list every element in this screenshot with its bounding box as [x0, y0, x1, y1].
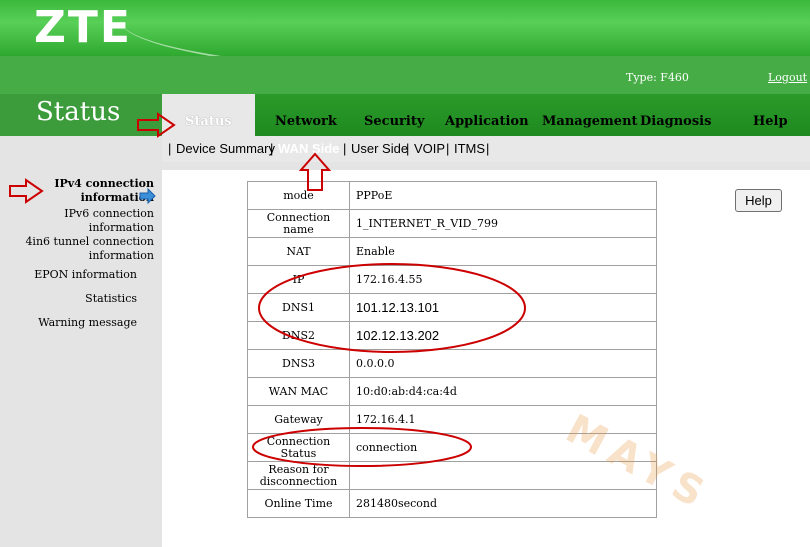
table-row: mode PPPoE	[247, 181, 657, 210]
main-nav: Status Network Security Application Mana…	[162, 94, 810, 136]
subnav-separator: |	[270, 141, 274, 156]
sidebar-item-4in6[interactable]: 4in6 tunnel connection information	[25, 235, 154, 263]
sidebar-item-label: information	[80, 191, 154, 204]
nav-tab-security[interactable]: Security	[364, 114, 424, 129]
wan-info-table: mode PPPoE Connection name 1_INTERNET_R_…	[247, 181, 657, 518]
sidebar-item-label: IPv6 connection	[64, 207, 154, 220]
subnav-separator: |	[486, 141, 490, 156]
table-row: Online Time 281480second	[247, 489, 657, 518]
nav-tab-status[interactable]: Status	[185, 114, 232, 129]
row-label: IP	[247, 265, 350, 294]
row-value: 0.0.0.0	[349, 349, 657, 378]
table-row: IP 172.16.4.55	[247, 265, 657, 294]
sidebar-item-label: information	[88, 249, 154, 262]
left-sidebar: IPv4 connection information IPv6 connect…	[0, 136, 162, 547]
content-top-shade	[162, 162, 810, 170]
row-label: Connection Status	[247, 433, 350, 462]
page-title-box: Status	[0, 94, 162, 136]
row-label: Gateway	[247, 405, 350, 434]
row-label: DNS3	[247, 349, 350, 378]
sidebar-item-label: 4in6 tunnel connection	[25, 235, 154, 248]
row-value: 172.16.4.55	[349, 265, 657, 294]
table-row: Connection name 1_INTERNET_R_VID_799	[247, 209, 657, 238]
table-row: DNS2 102.12.13.202	[247, 321, 657, 350]
row-value: PPPoE	[349, 181, 657, 210]
table-row: NAT Enable	[247, 237, 657, 266]
sidebar-item-label: EPON information	[34, 268, 137, 281]
table-row: DNS3 0.0.0.0	[247, 349, 657, 378]
row-value: 1_INTERNET_R_VID_799	[349, 209, 657, 238]
nav-tab-help[interactable]: Help	[753, 114, 788, 129]
row-value: 281480second	[349, 489, 657, 518]
sidebar-item-statistics[interactable]: Statistics	[85, 292, 137, 306]
row-label: mode	[247, 181, 350, 210]
subnav-separator: |	[343, 141, 347, 156]
row-label: Connection name	[247, 209, 350, 238]
page-title: Status	[36, 97, 121, 127]
sidebar-item-label: Warning message	[38, 316, 137, 329]
row-value	[349, 461, 657, 490]
row-value: Enable	[349, 237, 657, 266]
nav-tab-diagnosis[interactable]: Diagnosis	[640, 114, 711, 129]
sidebar-item-warning[interactable]: Warning message	[38, 316, 137, 330]
subnav-itms[interactable]: ITMS	[454, 141, 485, 156]
row-value: 172.16.4.1	[349, 405, 657, 434]
type-bar: Type: F460 Logout	[0, 56, 810, 94]
row-label: DNS1	[247, 293, 350, 322]
row-label: Reason for disconnection	[247, 461, 350, 490]
subnav-separator: |	[446, 141, 450, 156]
table-row: Reason for disconnection	[247, 461, 657, 490]
subnav-separator: |	[168, 141, 172, 156]
row-value: 102.12.13.202	[349, 321, 657, 350]
sub-nav: | Device Summary | WAN Side | User Side …	[162, 136, 810, 162]
row-value: 101.12.13.101	[349, 293, 657, 322]
table-row: Gateway 172.16.4.1	[247, 405, 657, 434]
row-label: WAN MAC	[247, 377, 350, 406]
sidebar-item-label: information	[88, 221, 154, 234]
sidebar-item-ipv6[interactable]: IPv6 connection information	[64, 207, 154, 235]
help-button[interactable]: Help	[735, 189, 782, 212]
table-row: DNS1 101.12.13.101	[247, 293, 657, 322]
subnav-wan-side[interactable]: WAN Side	[278, 141, 339, 156]
sidebar-item-ipv4[interactable]: IPv4 connection information	[54, 177, 154, 205]
top-banner: ZTE	[0, 0, 810, 56]
table-row: Connection Status connection	[247, 433, 657, 462]
subnav-voip[interactable]: VOIP	[414, 141, 445, 156]
nav-tab-application[interactable]: Application	[445, 114, 529, 129]
logout-link[interactable]: Logout	[768, 71, 807, 84]
subnav-user-side[interactable]: User Side	[351, 141, 408, 156]
sidebar-item-label: IPv4 connection	[54, 177, 154, 190]
row-label: NAT	[247, 237, 350, 266]
nav-tab-network[interactable]: Network	[275, 114, 337, 129]
device-type-label: Type: F460	[626, 71, 689, 84]
sidebar-item-label: Statistics	[85, 292, 137, 305]
row-value: 10:d0:ab:d4:ca:4d	[349, 377, 657, 406]
nav-tab-management[interactable]: Management	[542, 114, 638, 129]
zte-logo: ZTE	[34, 2, 132, 53]
subnav-device-summary[interactable]: Device Summary	[176, 141, 275, 156]
row-label: DNS2	[247, 321, 350, 350]
row-value: connection	[349, 433, 657, 462]
row-label: Online Time	[247, 489, 350, 518]
banner-swoosh	[120, 0, 810, 56]
subnav-separator: |	[406, 141, 410, 156]
sidebar-item-epon[interactable]: EPON information	[34, 268, 137, 282]
table-row: WAN MAC 10:d0:ab:d4:ca:4d	[247, 377, 657, 406]
